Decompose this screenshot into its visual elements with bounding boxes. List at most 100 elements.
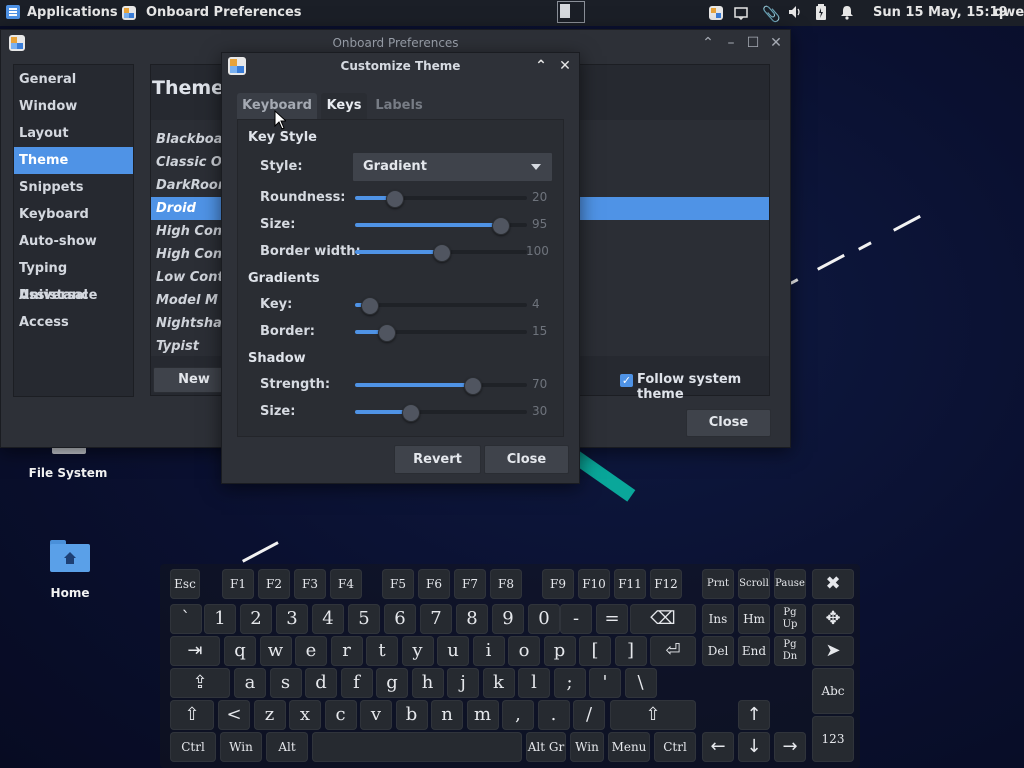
key-9[interactable]: 9 [492,604,524,634]
sidebar-item-keyboard[interactable]: Keyboard [14,201,133,228]
slider-handle[interactable] [402,404,420,422]
bell-icon[interactable] [839,4,855,20]
key-f6[interactable]: F6 [418,569,450,599]
key-size-slider[interactable] [355,217,527,235]
customize-close-button[interactable]: Close [484,445,569,474]
key-symbol[interactable]: ] [614,636,647,666]
key-end[interactable]: End [738,636,770,666]
key-h[interactable]: h [411,668,444,698]
key-4[interactable]: 4 [312,604,344,634]
follow-system-checkbox[interactable]: ✓ [620,374,633,387]
key-j[interactable]: j [447,668,479,698]
key-6[interactable]: 6 [384,604,416,634]
key-f4[interactable]: F4 [330,569,362,599]
key-symbol[interactable]: ' [589,668,621,698]
key-a[interactable]: a [234,668,266,698]
key-7[interactable]: 7 [420,604,452,634]
key-f10[interactable]: F10 [578,569,610,599]
close-dialog-button[interactable]: ✕ [556,57,574,75]
key-symbol[interactable]: ` [170,604,202,634]
slider-handle[interactable] [464,377,482,395]
key-y[interactable]: y [401,636,434,666]
key-d[interactable]: d [305,668,337,698]
key-v[interactable]: v [360,700,392,730]
onboard-app-icon[interactable] [121,5,137,21]
key-s[interactable]: s [269,668,302,698]
spacebar[interactable] [312,732,522,762]
move-keyboard-icon[interactable]: ✥ [812,604,854,634]
desktop-icon-label-home[interactable]: Home [25,586,115,600]
key-symbol[interactable]: . [537,700,570,730]
key-abc[interactable]: Abc [812,668,854,714]
applications-menu[interactable]: Applications [27,5,118,20]
key-u[interactable]: u [437,636,469,666]
key-win-left[interactable]: Win [220,732,262,762]
slider-handle[interactable] [378,324,396,342]
key-8[interactable]: 8 [456,604,488,634]
key-o[interactable]: o [508,636,540,666]
notification-tray-icon[interactable] [734,6,748,21]
key-q[interactable]: q [224,636,256,666]
slider-handle[interactable] [361,297,379,315]
key-p[interactable]: p [543,636,576,666]
border-width-slider[interactable] [355,244,527,262]
volume-icon[interactable] [787,4,803,20]
key-f3[interactable]: F3 [294,569,326,599]
gradient-key-slider[interactable] [355,297,527,315]
key-x[interactable]: x [289,700,321,730]
key-123[interactable]: 123 [812,716,854,762]
key-r[interactable]: r [330,636,363,666]
key-b[interactable]: b [395,700,428,730]
sidebar-item-typing-assistance[interactable]: Typing Assistance [14,255,133,303]
key-t[interactable]: t [366,636,398,666]
backspace-icon[interactable]: ⌫ [630,604,696,634]
key-3[interactable]: 3 [276,604,308,634]
key-esc[interactable]: Esc [170,569,200,599]
arrow-down-icon[interactable]: ↓ [738,732,770,762]
close-window-button[interactable]: ✕ [767,34,785,52]
key-5[interactable]: 5 [348,604,380,634]
arrow-right-icon[interactable]: → [774,732,806,762]
sidebar-item-theme[interactable]: Theme [14,147,133,174]
key-ctrl-right[interactable]: Ctrl [654,732,696,762]
key-k[interactable]: k [482,668,515,698]
key-f11[interactable]: F11 [614,569,646,599]
enter-key-icon[interactable]: ⏎ [650,636,696,666]
key-prnt[interactable]: Prnt [702,569,734,599]
tab-key-icon[interactable]: ⇥ [170,636,220,666]
key-ins[interactable]: Ins [702,604,734,634]
minimize-button[interactable]: – [722,34,740,52]
key-l[interactable]: l [518,668,550,698]
preferences-close-button[interactable]: Close [686,409,771,437]
arrow-left-icon[interactable]: ← [702,732,734,762]
key-symbol[interactable]: , [502,700,534,730]
key-f5[interactable]: F5 [382,569,414,599]
user-menu[interactable]: qwe [994,5,1024,20]
key-w[interactable]: w [259,636,292,666]
key-f7[interactable]: F7 [454,569,486,599]
key-m[interactable]: m [466,700,499,730]
sidebar-item-window[interactable]: Window [14,93,133,120]
key-symbol[interactable]: \ [624,668,657,698]
shadow-size-slider[interactable] [355,404,527,422]
sidebar-item-universal-access[interactable]: Universal Access [14,282,133,330]
key-z[interactable]: z [253,700,286,730]
key-2[interactable]: 2 [240,604,272,634]
desktop-icon-label-filesystem[interactable]: File System [23,466,113,480]
battery-icon[interactable] [815,4,827,21]
shift-left-icon[interactable]: ⇧ [170,700,214,730]
key-symbol[interactable]: = [596,604,628,634]
shade-button[interactable]: ⌃ [699,34,717,52]
maximize-button[interactable]: ☐ [744,34,762,52]
arrow-up-icon[interactable]: ↑ [738,700,770,730]
key-g[interactable]: g [376,668,408,698]
tab-labels[interactable]: Labels [371,93,427,119]
shadow-strength-slider[interactable] [355,377,527,395]
key-c[interactable]: c [324,700,357,730]
key-f12[interactable]: F12 [650,569,682,599]
key-1[interactable]: 1 [204,604,236,634]
key-pg-up[interactable]: Pg Up [774,604,806,634]
key-e[interactable]: e [295,636,327,666]
follow-system-label[interactable]: Follow system theme [637,372,769,402]
key-f2[interactable]: F2 [258,569,290,599]
